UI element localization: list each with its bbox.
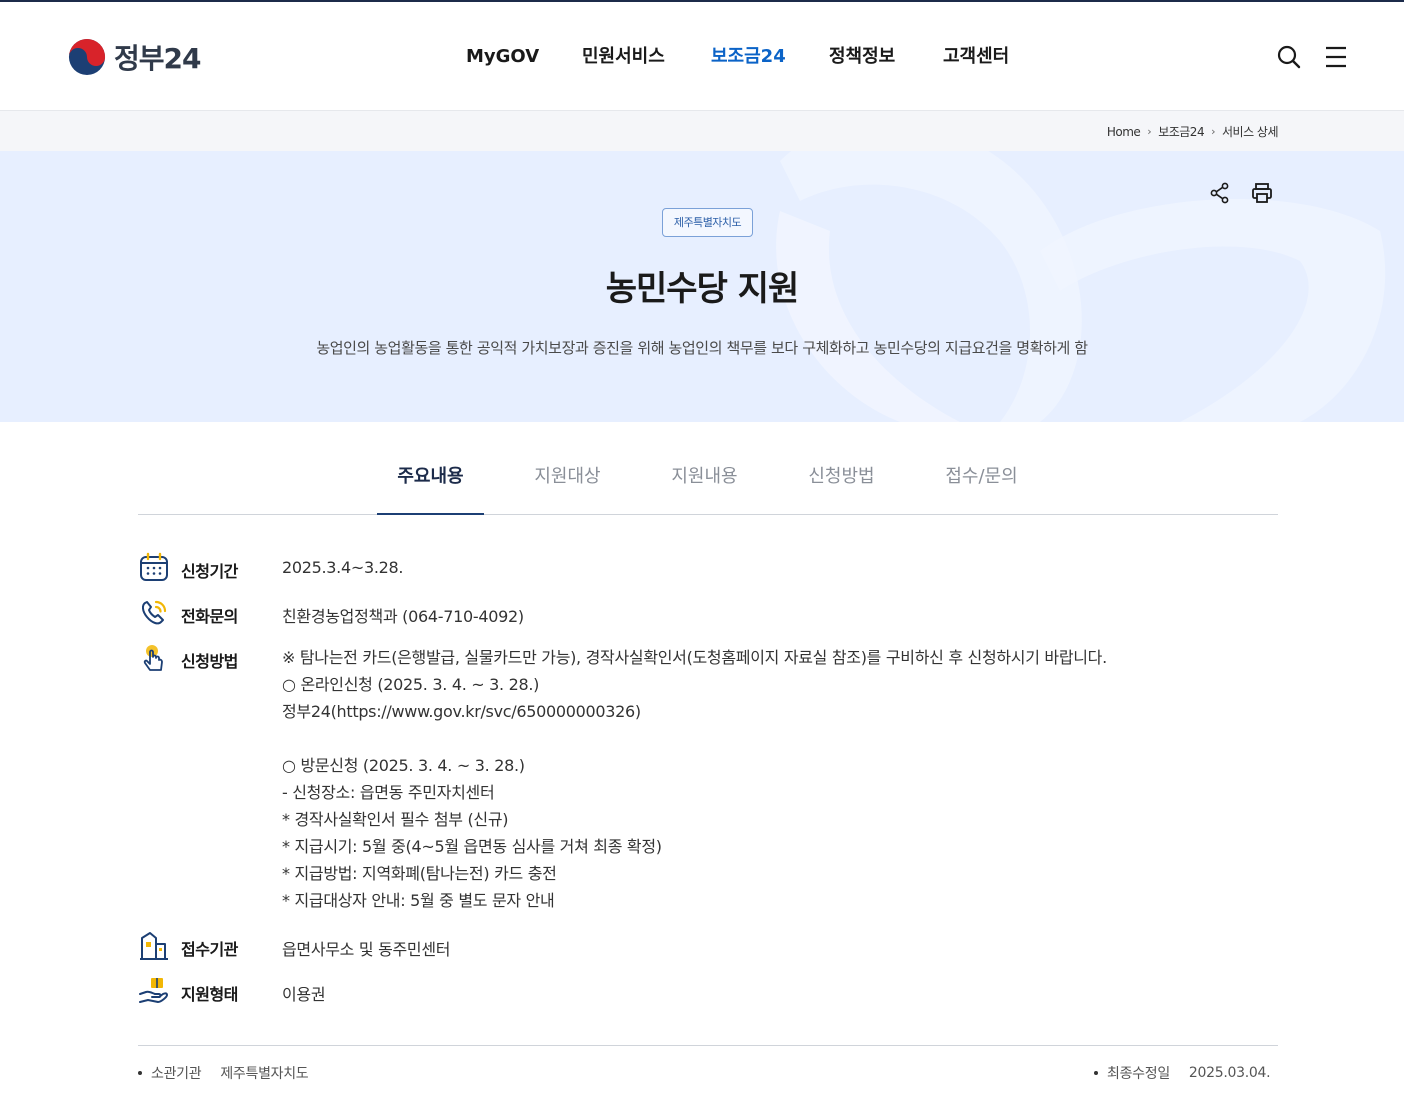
tab-apply-method[interactable]: 신청방법 bbox=[788, 437, 895, 514]
tab-target[interactable]: 지원대상 bbox=[514, 437, 621, 514]
method-label: 신청방법 bbox=[181, 652, 238, 671]
bullet-dot bbox=[138, 1071, 142, 1075]
chevron-right-icon: › bbox=[1147, 125, 1152, 138]
nav-policy-info[interactable]: 정책정보 bbox=[829, 40, 895, 74]
agency-label: 접수기관 bbox=[181, 940, 238, 959]
bullet-dot bbox=[1094, 1071, 1098, 1075]
touch-hand-icon bbox=[143, 645, 163, 671]
department-value: 제주특별자치도 bbox=[220, 1066, 309, 1082]
method-line: ○ 방문신청 (2025. 3. 4. ~ 3. 28.) bbox=[282, 756, 525, 775]
main-nav: MyGOV 민원서비스 보조금24 정책정보 고객센터 bbox=[0, 40, 1404, 74]
updated-label: 최종수정일 bbox=[1107, 1066, 1170, 1082]
tab-contact[interactable]: 접수/문의 bbox=[928, 437, 1035, 514]
method-line: ○ 온라인신청 (2025. 3. 4. ~ 3. 28.) bbox=[282, 675, 540, 694]
method-details: ※ 탐나는전 카드(은행발급, 실물카드만 가능), 경작사실확인서(도청홈페이… bbox=[282, 647, 1107, 917]
method-line-url: 정부24(https://www.gov.kr/svc/650000000326… bbox=[282, 702, 641, 721]
breadcrumb-home[interactable]: Home bbox=[1107, 125, 1141, 139]
content-tabs: 주요내용 지원대상 지원내용 신청방법 접수/문의 bbox=[138, 437, 1278, 515]
share-icon[interactable] bbox=[1208, 181, 1232, 205]
updated-value: 2025.03.04. bbox=[1188, 1065, 1271, 1081]
site-header: 정부24 MyGOV 민원서비스 보조금24 정책정보 고객센터 bbox=[0, 2, 1404, 111]
period-label: 신청기간 bbox=[181, 562, 238, 581]
breadcrumb: Home › 보조금24 › 서비스 상세 bbox=[1107, 123, 1279, 140]
phone-value: 친환경농업정책과 (064-710-4092) bbox=[282, 607, 524, 626]
agency-value: 읍면사무소 및 동주민센터 bbox=[282, 940, 451, 959]
method-line: * 지급방법: 지역화폐(탐나는전) 카드 충전 bbox=[282, 864, 557, 883]
nav-customer-center[interactable]: 고객센터 bbox=[943, 40, 1009, 74]
hamburger-icon[interactable] bbox=[1323, 44, 1349, 70]
nav-civil-service[interactable]: 민원서비스 bbox=[582, 40, 665, 74]
hand-gift-icon bbox=[139, 978, 168, 1003]
method-line: * 지급대상자 안내: 5월 중 별도 문자 안내 bbox=[282, 891, 555, 910]
tab-support-content[interactable]: 지원내용 bbox=[651, 437, 758, 514]
breadcrumb-band: Home › 보조금24 › 서비스 상세 bbox=[0, 111, 1404, 151]
breadcrumb-current: 서비스 상세 bbox=[1221, 125, 1279, 139]
search-icon[interactable] bbox=[1276, 44, 1302, 70]
method-line: ※ 탐나는전 카드(은행발급, 실물카드만 가능), 경작사실확인서(도청홈페이… bbox=[282, 648, 1107, 667]
print-icon[interactable] bbox=[1250, 181, 1274, 205]
building-icon bbox=[140, 932, 168, 960]
page-description: 농업인의 농업활동을 통한 공익적 가치보장과 증진을 위해 농업인의 책무를 … bbox=[316, 339, 1088, 357]
department-label: 소관기관 bbox=[151, 1066, 202, 1082]
period-value: 2025.3.4~3.28. bbox=[282, 558, 404, 577]
hero-banner: 제주특별자치도 농민수당 지원 농업인의 농업활동을 통한 공익적 가치보장과 … bbox=[0, 151, 1404, 422]
updated-meta: 최종수정일 2025.03.04. bbox=[1094, 1063, 1271, 1083]
tab-main-content[interactable]: 주요내용 bbox=[377, 437, 484, 515]
nav-mygov[interactable]: MyGOV bbox=[466, 40, 539, 74]
method-line: * 경작사실확인서 필수 첨부 (신규) bbox=[282, 810, 509, 829]
nav-subsidy24[interactable]: 보조금24 bbox=[711, 40, 786, 74]
method-line: * 지급시기: 5월 중(4~5월 읍면동 심사를 거쳐 최종 확정) bbox=[282, 837, 662, 856]
calendar-icon bbox=[140, 552, 168, 581]
method-line: - 신청장소: 읍면동 주민자치센터 bbox=[282, 783, 495, 802]
phone-label: 전화문의 bbox=[181, 607, 238, 626]
region-badge: 제주특별자치도 bbox=[662, 208, 753, 237]
phone-icon bbox=[141, 600, 167, 625]
method-line bbox=[282, 728, 1107, 755]
breadcrumb-subsidy[interactable]: 보조금24 bbox=[1158, 123, 1204, 140]
meta-divider bbox=[138, 1045, 1278, 1046]
support-type-value: 이용권 bbox=[282, 985, 326, 1004]
chevron-right-icon: › bbox=[1211, 125, 1215, 138]
department-meta: 소관기관 제주특별자치도 bbox=[138, 1063, 309, 1083]
support-type-label: 지원형태 bbox=[181, 985, 238, 1004]
page-title: 농민수당 지원 bbox=[605, 269, 800, 309]
